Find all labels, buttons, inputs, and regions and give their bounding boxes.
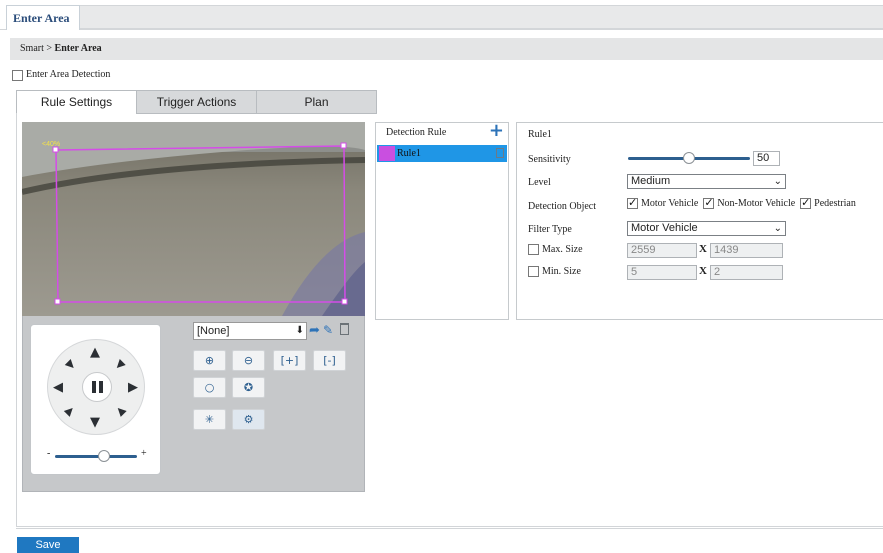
min-size-x: X [699,265,707,277]
focus-near-icon: [+] [280,354,299,367]
detection-object-label: Detection Object [528,201,597,212]
max-size-x: X [699,243,707,255]
delete-preset-icon[interactable] [340,323,349,335]
top-tab-strip [80,5,883,29]
non-motor-vehicle-label: Non-Motor Vehicle [717,198,796,209]
ptz-control: ▲ ▼ ◀ ▶ ▼ ▼ ▲ ▲ - + [30,324,161,475]
focus-far-button[interactable]: [-] [313,350,346,371]
breadcrumb: Smart > Enter Area [10,38,883,60]
rule-list-item[interactable]: Rule1 [377,145,507,162]
enable-detection-row[interactable]: Enter Area Detection [12,68,110,82]
detection-rule-title: Detection Rule [386,127,447,138]
min-width-input[interactable]: 5 [627,265,697,280]
live-video[interactable]: <40% [22,122,365,316]
pause-icon [92,381,96,393]
filter-type-select[interactable]: Motor Vehicle ⌄ [627,221,786,236]
save-button[interactable]: Save [17,537,79,553]
level-select[interactable]: Medium ⌄ [627,174,786,189]
ptz-up-button[interactable]: ▲ [90,346,100,359]
preset-select[interactable]: [None] ⬇ [193,322,307,340]
breadcrumb-current: Enter Area [54,43,102,54]
max-size-label: Max. Size [542,244,583,255]
wiper-button[interactable]: ⚙ [232,409,265,430]
ptz-down-left-button[interactable]: ▲ [63,403,78,418]
video-overlay-text: <40% [42,141,60,148]
ptz-right-button[interactable]: ▶ [128,381,138,394]
max-size-row: Max. Size [528,244,583,255]
zoom-in-icon: ⊕ [204,354,215,367]
min-height-input[interactable]: 2 [710,265,783,280]
motor-vehicle-label: Motor Vehicle [641,198,699,209]
tab-rule-settings[interactable]: Rule Settings [16,90,137,114]
max-width-input[interactable]: 2559 [627,243,697,258]
speed-minus-label: - [47,448,51,459]
ptz-down-right-button[interactable]: ▲ [113,403,128,418]
tab-trigger-actions[interactable]: Trigger Actions [136,90,257,114]
rule-settings-panel: Rule1 Sensitivity 50 Level Medium ⌄ Dete… [516,122,883,320]
rule-label: Rule1 [397,148,421,159]
focus-far-icon: [-] [323,354,336,367]
iris-open-icon: ○ [204,381,215,394]
max-size-checkbox[interactable] [528,244,539,255]
ptz-pause-button[interactable] [82,372,112,402]
focus-near-button[interactable]: [+] [273,350,306,371]
breadcrumb-root[interactable]: Smart [20,43,44,54]
speed-plus-label: + [141,448,147,459]
delete-rule-icon[interactable] [496,148,504,158]
level-value: Medium [631,175,671,187]
sensitivity-slider-handle[interactable] [683,152,695,164]
iris-close-icon: ✪ [243,381,254,394]
pedestrian-checkbox[interactable] [800,196,812,209]
top-divider [0,29,883,30]
min-size-checkbox[interactable] [528,266,539,277]
ptz-direction-pad: ▲ ▼ ◀ ▶ ▼ ▼ ▲ ▲ [47,339,145,435]
light-icon: ✳ [204,413,215,426]
add-rule-icon[interactable]: + [489,121,504,141]
edit-preset-icon[interactable]: ✎ [323,323,333,337]
tab-plan[interactable]: Plan [256,90,377,114]
min-size-row: Min. Size [528,266,581,277]
ptz-up-left-button[interactable]: ▼ [63,357,78,372]
ptz-left-button[interactable]: ◀ [53,381,63,394]
sensitivity-input[interactable]: 50 [753,151,780,166]
ptz-down-button[interactable]: ▼ [90,416,100,429]
enable-detection-label: Enter Area Detection [26,69,111,80]
chevron-down-icon: ⌄ [773,176,782,187]
zoom-out-button[interactable]: ⊖ [232,350,265,371]
iris-close-button[interactable]: ✪ [232,377,265,398]
chevron-down-icon: ⌄ [773,223,782,234]
enable-detection-checkbox[interactable] [12,69,23,81]
detection-object-options: Motor Vehicle Non-Motor Vehicle Pedestri… [627,196,856,209]
rule-title: Rule1 [528,129,552,140]
video-frame: <40% [22,122,365,316]
preset-value: [None] [197,325,230,337]
speed-slider[interactable] [55,455,137,458]
level-label: Level [528,177,551,188]
motor-vehicle-checkbox[interactable] [627,196,638,209]
filter-type-value: Motor Vehicle [631,222,698,234]
breadcrumb-separator: > [46,43,53,54]
chevron-down-icon: ⬇ [295,325,304,336]
sensitivity-label: Sensitivity [528,154,571,165]
speed-slider-handle[interactable] [98,450,110,462]
detection-rule-list: Detection Rule + Rule1 [375,121,509,320]
settings-tabs: Rule Settings Trigger Actions Plan [16,90,377,114]
pedestrian-label: Pedestrian [814,198,856,209]
min-size-label: Min. Size [542,266,581,277]
rule-color-swatch [379,146,395,161]
wiper-icon: ⚙ [243,413,254,426]
footer-divider [16,528,883,529]
pause-icon-bar [99,381,103,393]
ptz-up-right-button[interactable]: ▼ [113,357,128,372]
goto-preset-icon[interactable]: ➦ [309,323,320,338]
non-motor-vehicle-checkbox[interactable] [703,196,715,209]
detection-rule-header: Detection Rule + [376,121,508,143]
zoom-in-button[interactable]: ⊕ [193,350,226,371]
filter-type-label: Filter Type [528,224,572,235]
light-button[interactable]: ✳ [193,409,226,430]
max-height-input[interactable]: 1439 [710,243,783,258]
zoom-out-icon: ⊖ [243,354,254,367]
tab-enter-area[interactable]: Enter Area [6,5,80,30]
iris-open-button[interactable]: ○ [193,377,226,398]
